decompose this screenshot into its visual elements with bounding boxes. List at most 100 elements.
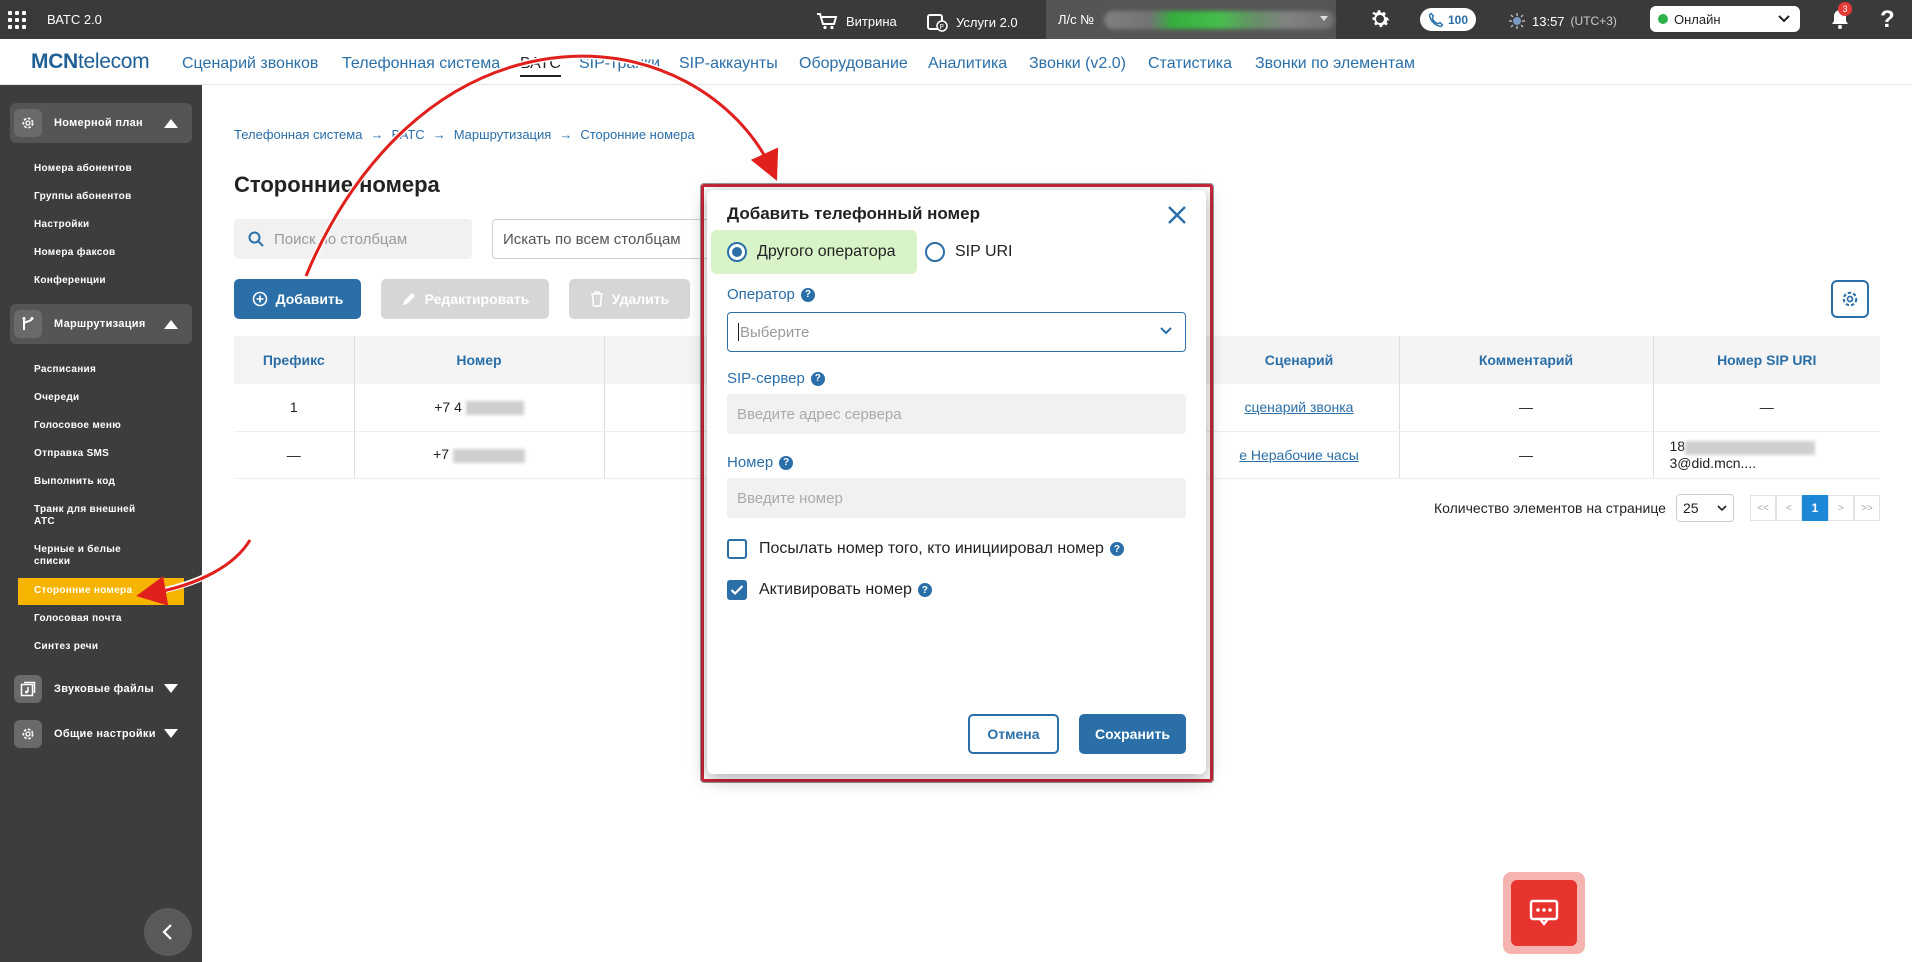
- nav-sip-accounts[interactable]: SIP-аккаунты: [679, 55, 778, 73]
- search-all-input[interactable]: Искать по всем столбцам: [492, 219, 712, 259]
- nav-phone-system[interactable]: Телефонная система: [342, 55, 500, 73]
- cell-scenario: сценарий звонка: [1199, 384, 1400, 432]
- sidebar-item-external-trunk[interactable]: Транк для внешней АТС: [34, 504, 154, 528]
- dialog-title: Добавить телефонный номер: [727, 204, 980, 223]
- radio-other-operator[interactable]: Другого оператора: [727, 242, 896, 262]
- sidebar-item-fax-numbers[interactable]: Номера факсов: [34, 247, 154, 259]
- nav-calls-by-elements[interactable]: Звонки по элементам: [1255, 55, 1415, 73]
- scenario-link[interactable]: е Нерабочие часы: [1239, 447, 1359, 463]
- sidebar-item-settings[interactable]: Настройки: [34, 219, 154, 231]
- column-header-prefix[interactable]: Префикс: [234, 336, 355, 384]
- main-nav: MCNtelecom Сценарий звонков Телефонная с…: [0, 39, 1912, 85]
- sidebar-item-black-white-lists[interactable]: Черные и белые списки: [34, 544, 154, 568]
- delete-button[interactable]: Удалить: [569, 279, 690, 319]
- sidebar-item-voicemail[interactable]: Голосовая почта: [34, 613, 154, 625]
- chevron-down-icon: [1320, 16, 1328, 21]
- account-selector[interactable]: Л/с №: [1046, 0, 1336, 39]
- page-next-button[interactable]: >: [1827, 495, 1854, 521]
- close-icon[interactable]: [1166, 204, 1188, 226]
- page-current-button[interactable]: 1: [1801, 495, 1828, 521]
- search-icon: [248, 231, 264, 247]
- column-header-number[interactable]: Номер: [354, 336, 605, 384]
- number-input[interactable]: Введите номер: [727, 478, 1186, 518]
- scenario-link[interactable]: сценарий звонка: [1245, 399, 1354, 415]
- save-button[interactable]: Сохранить: [1079, 714, 1186, 754]
- sidebar-section-numbering[interactable]: Номерной план: [10, 103, 192, 143]
- sidebar-item-speech-synthesis[interactable]: Синтез речи: [34, 641, 154, 653]
- nav-vats[interactable]: ВАТС: [520, 55, 561, 77]
- cell-sip-uri: 183@did.mcn....: [1653, 431, 1880, 479]
- nav-sip-trunks[interactable]: SIP-транки: [579, 55, 660, 73]
- checkbox-unchecked-icon: [727, 539, 747, 559]
- nav-call-scenario[interactable]: Сценарий звонков: [182, 55, 318, 73]
- arrow-right-icon: →: [432, 127, 446, 142]
- sidebar-item-send-sms[interactable]: Отправка SMS: [34, 448, 154, 460]
- svg-text:P: P: [940, 23, 944, 31]
- page-last-button[interactable]: >>: [1853, 495, 1880, 521]
- column-header-comment[interactable]: Комментарий: [1399, 336, 1654, 384]
- services-link[interactable]: P Услуги 2.0: [926, 12, 1018, 32]
- column-header-sip-uri[interactable]: Номер SIP URI: [1653, 336, 1880, 384]
- apps-grid-icon[interactable]: [8, 11, 26, 29]
- chat-button[interactable]: [1511, 880, 1577, 946]
- nav-equipment[interactable]: Оборудование: [799, 55, 908, 73]
- sidebar-item-third-party-numbers[interactable]: Сторонние номера: [18, 578, 184, 605]
- sidebar-item-subscriber-groups[interactable]: Группы абонентов: [34, 191, 154, 203]
- status-select[interactable]: Онлайн: [1650, 6, 1800, 32]
- vitrina-link[interactable]: Витрина: [816, 12, 897, 30]
- nav-calls-v2[interactable]: Звонки (v2.0): [1029, 55, 1126, 73]
- help-icon[interactable]: ?: [810, 371, 825, 386]
- chevron-left-icon: [162, 924, 172, 940]
- gear-icon: [22, 117, 34, 129]
- help-icon[interactable]: ?: [779, 455, 794, 470]
- help-icon[interactable]: ?: [1109, 542, 1124, 556]
- edit-button[interactable]: Редактировать: [381, 279, 549, 319]
- help-icon[interactable]: ?: [800, 287, 815, 302]
- cart-icon: [817, 13, 838, 30]
- sidebar-item-subscriber-numbers[interactable]: Номера абонентов: [34, 163, 154, 175]
- sidebar-item-run-code[interactable]: Выполнить код: [34, 476, 154, 488]
- sidebar-section-routing[interactable]: Маршрутизация: [10, 304, 192, 344]
- radio-sip-uri[interactable]: SIP URI: [925, 242, 1013, 262]
- pencil-icon: [402, 293, 415, 305]
- sidebar-item-conferences[interactable]: Конференции: [34, 275, 154, 287]
- add-button[interactable]: Добавить: [234, 279, 361, 319]
- help-icon[interactable]: ?: [1880, 6, 1895, 34]
- sidebar-item-voice-menu[interactable]: Голосовое меню: [34, 420, 154, 432]
- breadcrumb-third-party-numbers[interactable]: Сторонние номера: [580, 127, 694, 142]
- sidebar-section-general-settings[interactable]: Общие настройки: [10, 714, 192, 754]
- blurred-digits: [465, 401, 524, 416]
- sidebar-collapse-button[interactable]: [144, 908, 192, 956]
- breadcrumb-vats[interactable]: ВАТС: [391, 127, 424, 142]
- page-prev-button[interactable]: <: [1775, 495, 1802, 521]
- page-first-button[interactable]: <<: [1749, 495, 1776, 521]
- breadcrumb-phone-system[interactable]: Телефонная система: [234, 127, 362, 142]
- gear-icon[interactable]: [1368, 7, 1392, 31]
- sip-server-input[interactable]: Введите адрес сервера: [727, 394, 1186, 434]
- column-header-scenario[interactable]: Сценарий: [1199, 336, 1400, 384]
- cancel-button[interactable]: Отмена: [968, 714, 1059, 754]
- sound-files-icon: [20, 681, 36, 697]
- calls-counter[interactable]: 100: [1420, 8, 1476, 31]
- operator-select[interactable]: Выберите: [727, 312, 1186, 352]
- cell-comment: —: [1399, 431, 1654, 479]
- cell-comment: —: [1399, 384, 1654, 432]
- nav-statistics[interactable]: Статистика: [1148, 55, 1232, 73]
- cell-scenario: е Нерабочие часы: [1199, 431, 1400, 479]
- activate-number-checkbox[interactable]: Активировать номер ?: [727, 580, 932, 600]
- breadcrumb-routing[interactable]: Маршрутизация: [454, 127, 552, 142]
- send-caller-checkbox[interactable]: Посылать номер того, кто инициировал ном…: [727, 539, 1124, 559]
- table-settings-button[interactable]: [1831, 280, 1869, 318]
- status-dot: [1658, 14, 1668, 24]
- search-columns-input[interactable]: Поиск по столбцам: [234, 219, 472, 259]
- collapse-triangle-icon: [164, 320, 178, 329]
- number-label: Номер ?: [727, 454, 794, 471]
- help-icon[interactable]: ?: [917, 583, 932, 597]
- sidebar-item-schedules[interactable]: Расписания: [34, 364, 154, 376]
- per-page-select[interactable]: 25: [1675, 494, 1734, 522]
- routing-icon: [22, 317, 34, 330]
- sidebar-item-queues[interactable]: Очереди: [34, 392, 154, 404]
- nav-analytics[interactable]: Аналитика: [928, 55, 1007, 73]
- mcn-logo[interactable]: MCNtelecom: [31, 50, 150, 74]
- sidebar-section-sound-files[interactable]: Звуковые файлы: [10, 669, 192, 709]
